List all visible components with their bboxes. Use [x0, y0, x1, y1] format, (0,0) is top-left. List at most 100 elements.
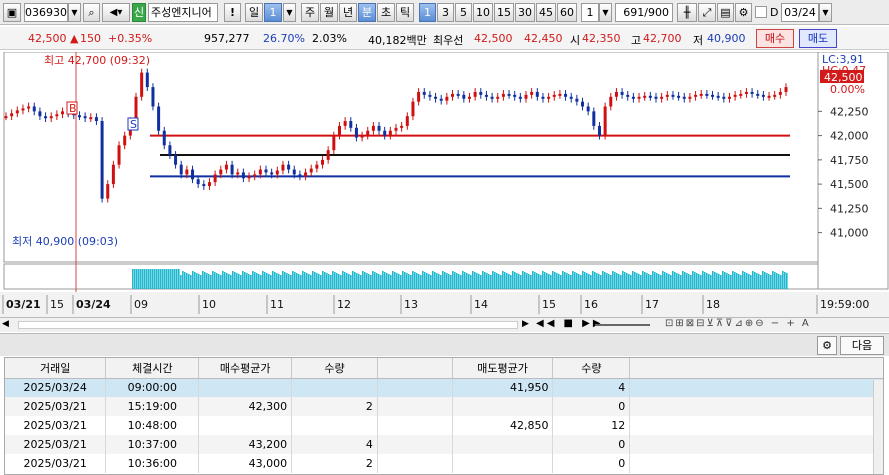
interval-30[interactable]: 30	[515, 3, 535, 22]
volume-bar	[410, 275, 412, 289]
volume-bar	[226, 273, 228, 289]
interval-60[interactable]: 60	[557, 3, 577, 22]
volume-bar	[136, 269, 138, 289]
count-input[interactable]: 1	[581, 3, 599, 22]
interval-3[interactable]: 3	[437, 3, 454, 22]
chart-scrollbar[interactable]: ◀ ▶ ◀◀ ■ ▶▶ ⊡⊞⊠⊟⊻⊼⊽⊿⊕⊖ − + A	[0, 317, 889, 332]
volume-bar	[210, 275, 212, 289]
period-tick[interactable]: 틱	[396, 3, 414, 22]
low-price: 40,900	[707, 32, 746, 45]
volume-bar	[326, 273, 328, 289]
window-icon[interactable]: ▣	[3, 3, 21, 22]
volume-bar	[634, 272, 636, 289]
period-dropdown-icon[interactable]: ▼	[283, 3, 296, 22]
zoom-slider[interactable]	[595, 324, 650, 326]
interval-10[interactable]: 10	[473, 3, 493, 22]
candle-icon[interactable]: ╫	[677, 3, 697, 22]
table-cell	[377, 378, 453, 397]
candle-body	[213, 174, 217, 183]
volume-bar	[348, 274, 350, 289]
interval-5[interactable]: 5	[455, 3, 472, 22]
candle-body	[207, 182, 211, 187]
period-second[interactable]: 초	[377, 3, 395, 22]
date-dropdown-icon[interactable]: ▼	[819, 3, 832, 22]
alert-button[interactable]: !	[224, 3, 241, 22]
x-tick-label: 09	[134, 298, 148, 311]
candle-body	[586, 106, 590, 112]
d-checkbox[interactable]	[755, 6, 767, 18]
candle-body	[603, 106, 607, 136]
scroll-left-icon[interactable]: ◀	[2, 319, 9, 329]
candle-body	[191, 169, 195, 180]
interval-45[interactable]: 45	[536, 3, 556, 22]
interval-15[interactable]: 15	[494, 3, 514, 22]
volume-bar	[196, 273, 198, 289]
volume-bar	[770, 275, 772, 289]
period-week[interactable]: 주	[301, 3, 319, 22]
candle-body	[778, 91, 782, 95]
volume-bar	[414, 272, 416, 289]
gear-icon[interactable]: ⚙	[817, 336, 837, 355]
candle-body	[439, 98, 443, 101]
volume-bar	[590, 275, 592, 289]
volume-bar	[158, 269, 160, 289]
volume-bar	[350, 275, 352, 289]
gear-icon[interactable]: ⚙	[735, 3, 752, 22]
interval-1[interactable]: 1	[419, 3, 436, 22]
playback-icons[interactable]: ◀◀ ■ ▶▶	[536, 318, 604, 329]
save-icon[interactable]: ▤	[717, 3, 734, 22]
volume-bar	[768, 274, 770, 289]
count-dropdown-icon[interactable]: ▼	[599, 3, 612, 22]
col-time: 체결시간	[105, 358, 200, 379]
table-scrollbar[interactable]	[873, 380, 883, 474]
table-row[interactable]: 2025/03/21 10:48:00 42,850 12	[5, 416, 883, 435]
candle-body	[247, 176, 251, 179]
volume-bar	[374, 272, 376, 289]
volume-bar	[786, 273, 788, 289]
candle-body	[490, 96, 494, 99]
candle-body	[383, 130, 387, 136]
table-cell: 10:36:00	[105, 454, 200, 473]
table-row[interactable]: 2025/03/24 09:00:00 41,950 4	[5, 378, 883, 397]
line-tool-icon[interactable]: ⤢	[698, 3, 716, 22]
buy-button[interactable]: 매수	[756, 29, 794, 48]
table-row[interactable]: 2025/03/21 15:19:00 42,300 2 0	[5, 397, 883, 416]
table-row[interactable]: 2025/03/21 10:37:00 43,200 4 0	[5, 435, 883, 454]
volume-bar	[510, 275, 512, 289]
price-chart[interactable]: 42,250 42,000 41,750 41,500 41,250 41,000 03/…	[0, 52, 889, 317]
chart-canvas[interactable]: 42,250 42,000 41,750 41,500 41,250 41,000 03/…	[0, 52, 889, 317]
code-dropdown-icon[interactable]: ▼	[68, 3, 81, 22]
stock-code-input[interactable]: 036930	[24, 3, 68, 22]
period-day[interactable]: 일	[245, 3, 263, 22]
volume-bar	[454, 272, 456, 289]
period-minute[interactable]: 분	[358, 3, 376, 22]
volume-bar	[706, 273, 708, 289]
candle-body	[575, 98, 579, 102]
candle-body	[513, 94, 517, 97]
candle-body	[145, 72, 149, 88]
period-value[interactable]: 1	[264, 3, 282, 22]
sell-button[interactable]: 매도	[799, 29, 837, 48]
candle-body	[275, 170, 279, 175]
sound-icon[interactable]: ◀▾	[102, 3, 130, 22]
search-icon[interactable]: ⌕	[83, 3, 100, 22]
drawing-tool-icons[interactable]: ⊡⊞⊠⊟⊻⊼⊽⊿⊕⊖ − + A	[665, 318, 811, 329]
volume-bar	[320, 275, 322, 289]
volume-bar	[194, 272, 196, 289]
next-button[interactable]: 다음	[840, 336, 884, 355]
candle-body	[620, 91, 624, 95]
volume-bar	[260, 275, 262, 289]
volume-bar	[294, 272, 296, 289]
period-year[interactable]: 년	[339, 3, 357, 22]
table-row[interactable]: 2025/03/21 10:36:00 43,000 2 0	[5, 454, 883, 473]
volume-bar	[772, 271, 774, 289]
period-month[interactable]: 월	[320, 3, 338, 22]
scroll-track[interactable]	[18, 321, 518, 329]
x-tick-label: 18	[706, 298, 720, 311]
volume-bar	[418, 274, 420, 289]
date-input[interactable]: 03/24	[781, 3, 819, 22]
volume-bar	[554, 272, 556, 289]
scroll-right-icon[interactable]: ▶	[522, 319, 529, 329]
volume-bar	[596, 273, 598, 289]
volume-bar	[340, 275, 342, 289]
